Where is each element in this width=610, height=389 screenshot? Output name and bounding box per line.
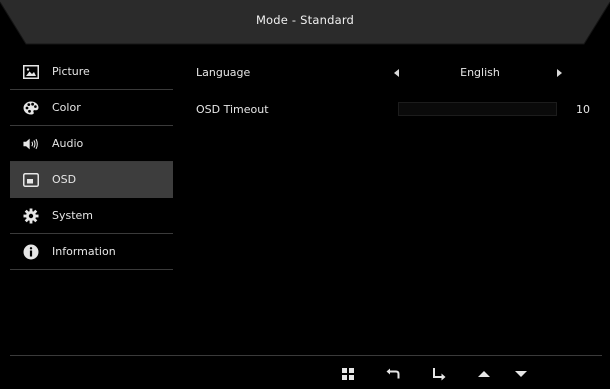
speaker-icon: [23, 136, 39, 152]
osd-timeout-slider[interactable]: [398, 102, 557, 116]
sidebar-item-label: OSD: [52, 173, 77, 186]
language-next-arrow-icon[interactable]: [557, 69, 562, 77]
language-label: Language: [196, 66, 251, 79]
osd-menu: Mode - Standard Picture Color Audio OSD …: [0, 0, 610, 389]
sidebar-item-label: Audio: [52, 137, 84, 150]
sidebar-item-label: Picture: [52, 65, 90, 78]
sidebar-item-label: System: [52, 209, 94, 222]
info-icon: [23, 244, 39, 260]
picture-icon: [23, 64, 39, 80]
osd-timeout-value: 10: [576, 103, 590, 116]
sidebar-item-label: Information: [52, 245, 116, 258]
footer-divider: [10, 355, 602, 356]
gear-icon: [23, 208, 39, 224]
up-arrow-icon[interactable]: [475, 365, 493, 383]
sidebar-item-osd[interactable]: OSD: [10, 162, 173, 198]
palette-icon: [23, 100, 39, 116]
enter-icon[interactable]: [430, 365, 448, 383]
osd-window-icon: [23, 172, 39, 188]
sidebar-item-information[interactable]: Information: [10, 234, 173, 270]
back-icon[interactable]: [384, 365, 402, 383]
language-value[interactable]: English: [430, 66, 530, 79]
sidebar-item-label: Color: [52, 101, 81, 114]
sidebar: Picture Color Audio OSD System Informati…: [10, 54, 173, 270]
menu-grid-icon[interactable]: [339, 365, 357, 383]
osd-timeout-label: OSD Timeout: [196, 103, 269, 116]
sidebar-item-color[interactable]: Color: [10, 90, 173, 126]
down-arrow-icon[interactable]: [512, 365, 530, 383]
language-prev-arrow-icon[interactable]: [394, 69, 399, 77]
title-bar: Mode - Standard: [0, 0, 610, 46]
sidebar-item-system[interactable]: System: [10, 198, 173, 234]
sidebar-item-audio[interactable]: Audio: [10, 126, 173, 162]
sidebar-item-picture[interactable]: Picture: [10, 54, 173, 90]
page-title: Mode - Standard: [255, 13, 355, 27]
footer-button-bar: [0, 365, 610, 383]
